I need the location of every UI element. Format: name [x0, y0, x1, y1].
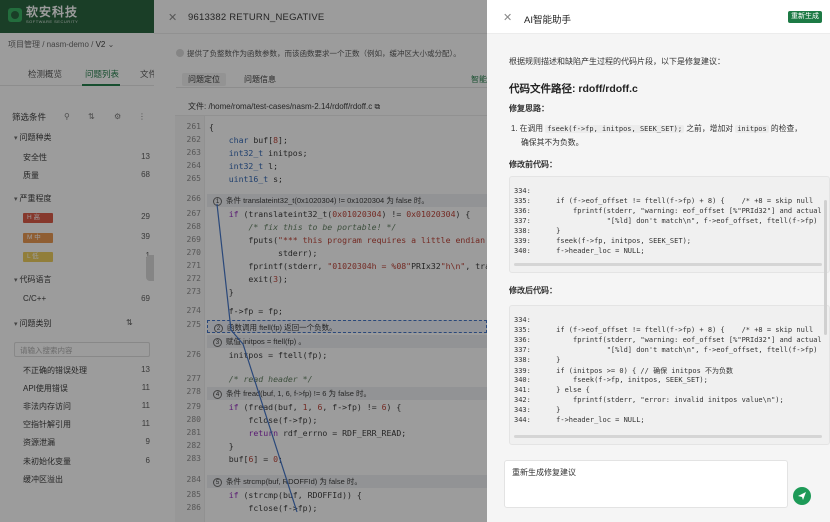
code-line: 340: f->header_loc = NULL;: [514, 247, 645, 255]
fix-idea-item: 1. 在调用 fseek(f->fp, initpos, SEEK_SET); …: [511, 124, 803, 147]
ai-title: AI智能助手: [524, 15, 571, 26]
before-code-heading: 修改前代码：: [509, 160, 557, 169]
modal-backdrop[interactable]: [0, 0, 487, 522]
code-line: 343: }: [514, 406, 561, 414]
horizontal-scrollbar[interactable]: [514, 263, 822, 266]
before-code-block[interactable]: 334: 335: if (f->eof_offset != ftell(f->…: [509, 176, 830, 273]
vertical-scrollbar[interactable]: [824, 200, 827, 335]
close-icon[interactable]: ✕: [503, 11, 512, 24]
code-line: 334:: [514, 316, 531, 324]
after-code-block[interactable]: 334: 335: if (f->eof_offset != ftell(f->…: [509, 305, 830, 445]
chat-input[interactable]: 重新生成修复建议: [504, 460, 788, 508]
horizontal-scrollbar[interactable]: [514, 435, 822, 438]
code-line: 336: fprintf(stderr, "warning: eof_offse…: [514, 207, 822, 215]
ai-assistant-panel: ✕ AI智能助手 重新生成 根据规则描述和缺陷产生过程的代码片段，以下是修复建议…: [487, 0, 830, 522]
code-line: 338: }: [514, 227, 561, 235]
code-line: 344: f->header_loc = NULL;: [514, 416, 645, 424]
code-line: 339: fseek(f->fp, initpos, SEEK_SET);: [514, 237, 692, 245]
code-line: 340: fseek(f->fp, initpos, SEEK_SET);: [514, 376, 708, 384]
code-line: 337: "[%ld] don't match\n", f->eof_offse…: [514, 346, 818, 354]
send-icon: [798, 492, 806, 500]
code-line: 342: fprintf(stderr, "error: invalid ini…: [514, 396, 784, 404]
ai-header: ✕ AI智能助手 重新生成: [487, 0, 830, 34]
after-code-heading: 修改后代码：: [509, 286, 557, 295]
code-line: 334:: [514, 187, 531, 195]
file-heading: 代码文件路径: rdoff/rdoff.c: [509, 83, 638, 95]
code-line: 341: } else {: [514, 386, 590, 394]
code-line: 338: }: [514, 356, 561, 364]
ai-intro: 根据规则描述和缺陷产生过程的代码片段，以下是修复建议：: [509, 57, 725, 66]
code-line: 336: fprintf(stderr, "warning: eof_offse…: [514, 336, 822, 344]
fix-idea-heading: 修复思路：: [509, 104, 549, 113]
code-line: 339: if (initpos >= 0) { // 确保 initpos 不…: [514, 367, 734, 375]
send-button[interactable]: [793, 487, 811, 505]
ai-response: 根据规则描述和缺陷产生过程的代码片段，以下是修复建议： 代码文件路径: rdof…: [509, 50, 830, 450]
code-line: 337: "[%ld] don't match\n", f->eof_offse…: [514, 217, 818, 225]
code-line: 335: if (f->eof_offset != ftell(f->fp) +…: [514, 197, 814, 205]
regenerate-button[interactable]: 重新生成: [788, 11, 822, 23]
code-line: 335: if (f->eof_offset != ftell(f->fp) +…: [514, 326, 814, 334]
